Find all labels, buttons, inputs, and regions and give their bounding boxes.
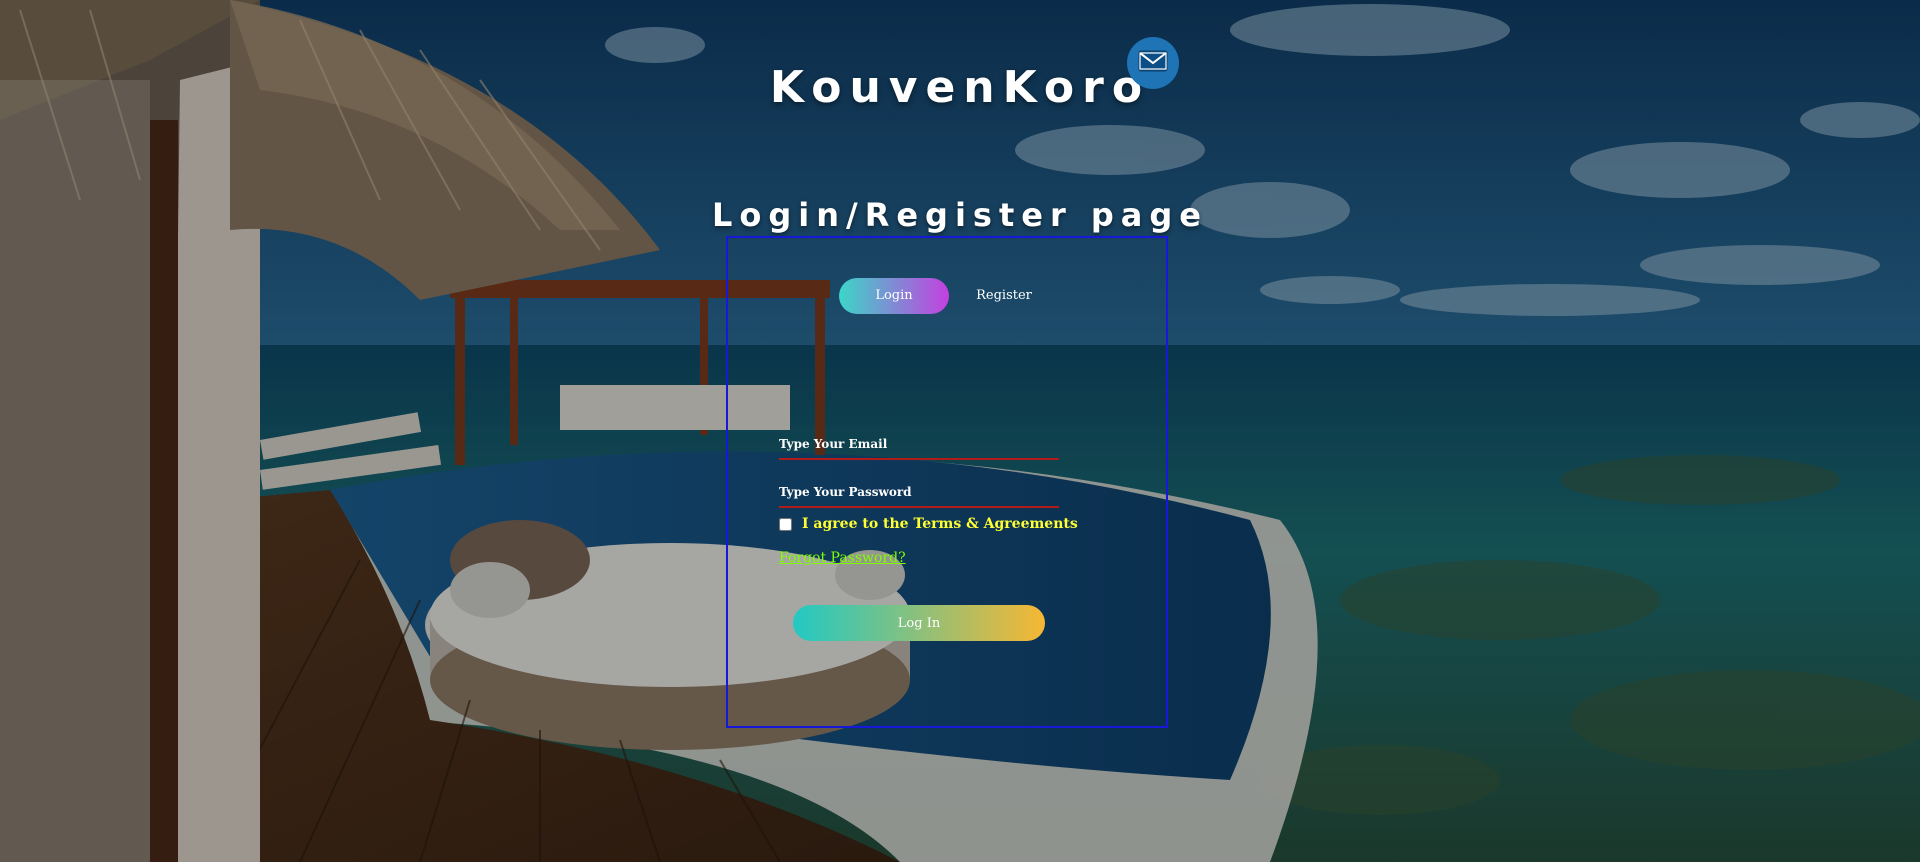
- login-register-toggle: Login Register: [839, 278, 1089, 314]
- login-page: KouvenKoro Login/Register page Login Reg…: [0, 0, 1920, 862]
- email-field-wrapper: [779, 430, 1059, 460]
- password-field[interactable]: [779, 478, 1059, 506]
- auth-form-box: Login Register I agree to the Terms & Ag…: [726, 236, 1168, 728]
- register-toggle-button[interactable]: Register: [949, 278, 1059, 314]
- forgot-password-link[interactable]: Forgot Password?: [779, 550, 906, 566]
- terms-label: I agree to the Terms & Agreements: [802, 516, 1078, 532]
- terms-row: I agree to the Terms & Agreements: [779, 516, 1078, 532]
- mail-button[interactable]: [1127, 37, 1179, 89]
- terms-checkbox[interactable]: [779, 517, 792, 531]
- password-field-wrapper: [779, 478, 1059, 508]
- email-field[interactable]: [779, 430, 1059, 458]
- page-title: Login/Register page: [711, 196, 1208, 234]
- login-submit-button[interactable]: Log In: [793, 605, 1045, 641]
- envelope-icon: [1138, 50, 1168, 76]
- login-toggle-button[interactable]: Login: [839, 278, 949, 314]
- brand-logo: KouvenKoro: [769, 62, 1151, 113]
